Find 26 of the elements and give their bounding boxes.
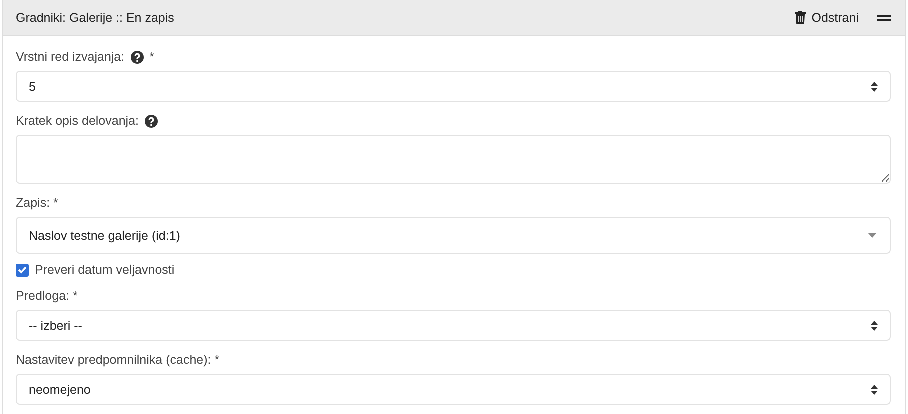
help-icon[interactable] [145, 114, 158, 128]
select-value: neomejeno [29, 382, 91, 396]
select-value: 5 [29, 80, 36, 94]
dropdown-caret-icon [868, 233, 877, 238]
sort-arrows-icon [871, 82, 878, 92]
select-field[interactable]: -- izberi -- [16, 310, 891, 341]
panel-title: Gradniki: Galerije :: En zapis [16, 10, 176, 24]
select-value: Naslov testne galerije (id:1) [29, 228, 180, 242]
field-label: Nastavitev predpomnilnika (cache): * [16, 353, 220, 367]
sort-arrows-icon [871, 320, 878, 330]
select-field[interactable]: Naslov testne galerije (id:1) [16, 217, 891, 254]
checkbox-label: Preveri datum veljavnosti [35, 263, 175, 277]
field-label: Vrstni red izvajanja: [16, 50, 125, 64]
field-label: Predloga: * [16, 289, 78, 303]
checkbox[interactable] [16, 264, 29, 276]
field-label: Zapis: * [16, 196, 58, 210]
trash-icon [794, 11, 806, 24]
select-field[interactable]: neomejeno [16, 374, 891, 405]
menu-icon[interactable] [877, 14, 891, 22]
field-label: Kratek opis delovanja: [16, 114, 139, 128]
select-value: -- izberi -- [29, 318, 82, 332]
remove-button[interactable]: Odstrani [790, 8, 863, 26]
select-field[interactable]: 5 [16, 71, 891, 102]
required-mark: * [150, 50, 154, 64]
help-icon[interactable] [130, 50, 144, 64]
sort-arrows-icon [871, 384, 878, 394]
